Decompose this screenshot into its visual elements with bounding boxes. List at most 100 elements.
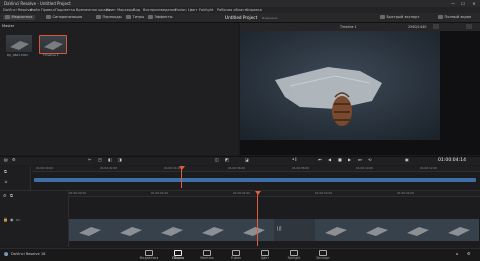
page-tab-fairlight[interactable]: Fairlight bbox=[282, 249, 306, 260]
menu-item-view[interactable]: Вид bbox=[133, 8, 140, 12]
upper-playhead-handle[interactable] bbox=[178, 166, 185, 170]
track-audio-icon[interactable]: ▭ bbox=[16, 217, 20, 222]
maximize-button[interactable]: ☐ bbox=[458, 0, 468, 7]
page-tab-label: Монтаж bbox=[200, 256, 214, 260]
tool-icon-5[interactable]: ◩ bbox=[225, 157, 229, 163]
upper-ruler[interactable]: 01:00:00:00 01:00:02:00 01:00:04:00 01:0… bbox=[32, 166, 480, 172]
timeline-clip-thumbnail[interactable] bbox=[39, 35, 67, 54]
fullscreen-button[interactable]: Полный экран bbox=[438, 15, 471, 20]
sync-bin-label: Синхронизация bbox=[52, 15, 83, 19]
effects-button[interactable]: Эффекты bbox=[148, 15, 172, 20]
video-clip-strip[interactable]: [|] bbox=[69, 219, 479, 241]
track-lock-icon[interactable]: ⧉ bbox=[10, 193, 13, 198]
go-to-start-icon[interactable]: ⏮ bbox=[318, 157, 322, 163]
transitions-button[interactable]: Переходы bbox=[96, 15, 122, 20]
media-clip-name[interactable]: DJI_0861.MOV bbox=[7, 53, 28, 57]
viewer-options-icon[interactable] bbox=[433, 24, 439, 29]
sync-bin-icon bbox=[46, 15, 51, 19]
clip-frame-thumbnail: [|] bbox=[274, 219, 315, 241]
menu-item-fairlight[interactable]: Fairlight bbox=[199, 8, 213, 12]
lower-track-header: ⚙ ⧉ 🔒 ◉ ▭ bbox=[0, 191, 69, 247]
track-settings-icon[interactable]: ⚙ bbox=[3, 193, 7, 198]
lower-tick: 01:00:03:00 bbox=[315, 191, 333, 195]
menu-item-playback[interactable]: Воспроизведение bbox=[143, 8, 177, 12]
track-visible-icon[interactable]: ◉ bbox=[10, 217, 14, 222]
fullscreen-icon bbox=[438, 15, 443, 19]
titles-button[interactable]: Титры bbox=[126, 15, 144, 20]
page-tab-label: Экспорт bbox=[316, 256, 330, 260]
page-tab-cut[interactable]: Сборка bbox=[166, 249, 190, 260]
clip-frame-thumbnail bbox=[110, 219, 151, 241]
play-icon[interactable]: ▶ bbox=[348, 157, 351, 163]
zoom-icon[interactable]: ⇲ bbox=[4, 179, 7, 184]
menu-item-app[interactable]: DaVinci Resolve bbox=[3, 8, 32, 12]
tool-icon-6[interactable]: ◪ bbox=[245, 157, 249, 163]
app-version-label: DaVinci Resolve 18 bbox=[11, 252, 46, 256]
clip-frame-thumbnail bbox=[151, 219, 192, 241]
page-tab-color[interactable]: Цвет bbox=[253, 249, 277, 260]
menu-item-clip[interactable]: Клип bbox=[106, 8, 116, 12]
home-icon[interactable]: ⌂ bbox=[456, 251, 459, 256]
menu-item-help[interactable]: Справка bbox=[246, 8, 262, 12]
tool-icon-4[interactable]: ◫ bbox=[215, 157, 219, 163]
viewer-menu-icon[interactable] bbox=[466, 24, 472, 29]
go-to-end-icon[interactable]: ⏭ bbox=[358, 157, 362, 163]
page-tab-edit[interactable]: Монтаж bbox=[195, 249, 219, 260]
tool-icon-3[interactable]: ◨ bbox=[118, 157, 122, 163]
tool-icon-1[interactable]: ◳ bbox=[98, 157, 102, 163]
media-pool-icon bbox=[5, 15, 10, 19]
play-reverse-icon[interactable]: ◀ bbox=[328, 157, 331, 163]
media-pool-panel: Master bbox=[0, 23, 238, 155]
tool-icon-2[interactable]: ◧ bbox=[108, 157, 112, 163]
settings-icon[interactable]: ⚙ bbox=[467, 251, 471, 256]
media-pool-label: Медиатека bbox=[11, 15, 33, 19]
menu-item-edit[interactable]: Правка bbox=[41, 8, 55, 12]
loop-icon[interactable]: ⟲ bbox=[368, 157, 371, 163]
menu-item-color[interactable]: Цвет bbox=[188, 8, 197, 12]
timeline-thumbnail-image bbox=[44, 41, 63, 50]
project-status: Изменено bbox=[262, 15, 278, 20]
viewer-timecode[interactable]: 01:00:04:14 bbox=[438, 158, 466, 164]
viewer-timeline-name[interactable]: Timeline 1 bbox=[340, 25, 357, 29]
stop-icon[interactable]: ■ bbox=[338, 157, 342, 163]
menu-item-trim[interactable]: Подсветка bbox=[55, 8, 75, 12]
clip-frame-thumbnail bbox=[356, 219, 397, 241]
title-bar: DaVinci Resolve - Untitled Project — ☐ ✕ bbox=[0, 0, 480, 7]
track-lock-video-icon[interactable]: 🔒 bbox=[3, 217, 8, 222]
media-pool-button[interactable]: Медиатека bbox=[3, 15, 35, 20]
lower-playhead-handle[interactable] bbox=[254, 191, 261, 195]
track-options-icon[interactable]: ▤ bbox=[4, 157, 8, 163]
split-clip-icon[interactable]: ✂ bbox=[88, 157, 91, 163]
lower-playhead[interactable] bbox=[257, 191, 258, 246]
timeline-clip-name[interactable]: Timeline 1 bbox=[43, 53, 59, 57]
window-title: DaVinci Resolve - Untitled Project bbox=[4, 1, 71, 6]
page-tab-label: Fusion bbox=[230, 256, 242, 260]
page-tab-media[interactable]: Медиатека bbox=[137, 249, 161, 260]
viewer-resolution[interactable]: 2560/1440 bbox=[408, 25, 426, 29]
media-clip-thumbnail[interactable] bbox=[6, 35, 32, 52]
upper-timeline-clip[interactable] bbox=[34, 178, 476, 182]
minimize-button[interactable]: — bbox=[448, 0, 458, 7]
clip-frame-thumbnail bbox=[397, 219, 438, 241]
lower-ruler[interactable]: 01:00:00:00 01:00:01:00 01:00:02:00 01:0… bbox=[69, 191, 480, 197]
upper-tick: 01:00:00:00 bbox=[36, 166, 54, 170]
page-tab-deliver[interactable]: Экспорт bbox=[311, 249, 335, 260]
quick-export-button[interactable]: Быстрый экспорт bbox=[380, 15, 420, 20]
page-tab-label: Цвет bbox=[260, 256, 270, 260]
menu-item-workspace[interactable]: Рабочая область bbox=[217, 8, 249, 12]
edit-mode-icon[interactable]: ⚙ bbox=[12, 157, 16, 163]
menu-item-fusion[interactable]: Fusion bbox=[175, 8, 187, 12]
previous-clip-icon[interactable]: ◂ ‖ bbox=[292, 157, 297, 163]
snap-icon[interactable]: ⧉ bbox=[4, 169, 7, 174]
page-tab-fusion[interactable]: Fusion bbox=[224, 249, 248, 260]
resolve-logo-icon bbox=[4, 252, 8, 256]
close-button[interactable]: ✕ bbox=[469, 0, 479, 7]
top-toolbar: Медиатека Синхронизация Переходы Титры Э… bbox=[0, 13, 480, 23]
upper-tick: 01:00:02:00 bbox=[100, 166, 118, 170]
project-title: Untitled Project bbox=[225, 14, 258, 20]
export-icon bbox=[380, 15, 385, 19]
viewer-tool-icon[interactable]: ▣ bbox=[405, 157, 409, 163]
sync-bin-button[interactable]: Синхронизация bbox=[46, 15, 82, 20]
menu-item-mark[interactable]: Маркеры bbox=[117, 8, 134, 12]
menu-item-file[interactable]: Файл bbox=[30, 8, 40, 12]
